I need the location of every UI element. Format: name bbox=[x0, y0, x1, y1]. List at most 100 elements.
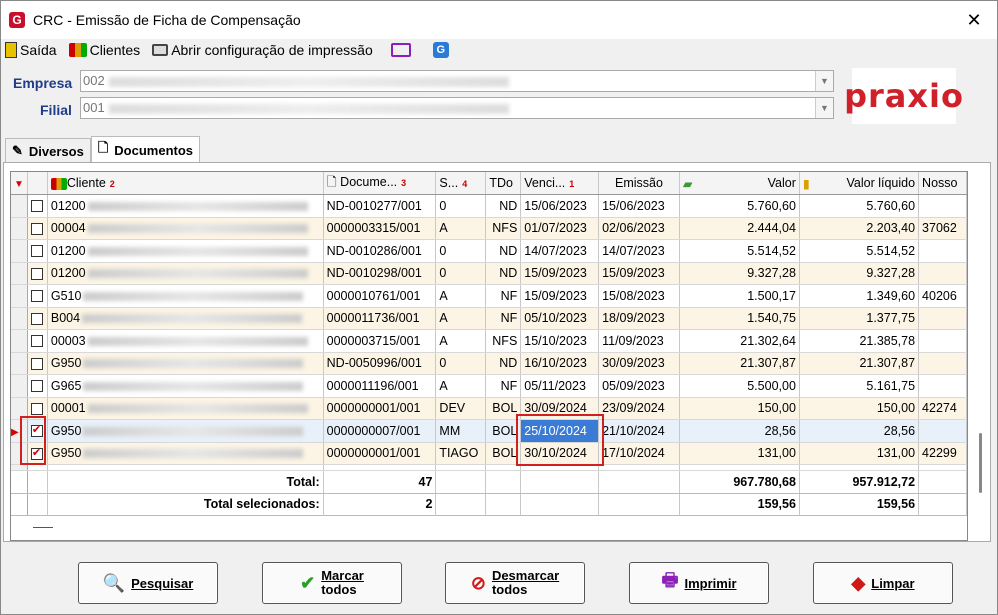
cell-documento: ND-0050996/001 bbox=[323, 352, 437, 375]
coins-icon: ▮ bbox=[802, 176, 810, 191]
cell-valor: 1.500,17 bbox=[679, 284, 800, 308]
row-checkbox-cell[interactable] bbox=[27, 329, 48, 353]
header-cliente[interactable]: Cliente 2 bbox=[47, 172, 324, 195]
total-valor: 967.780,68 bbox=[679, 470, 800, 494]
search-icon: 🔍 bbox=[102, 572, 126, 593]
imprimir-button[interactable]: 🖶 Imprimir bbox=[629, 562, 769, 604]
cell-cliente: G510 bbox=[47, 284, 324, 308]
cell-vencimento: 05/11/2023 bbox=[520, 374, 600, 398]
tab-strip: ✎ Diversos 🗋 Documentos bbox=[5, 136, 201, 164]
total-count: 47 bbox=[323, 470, 437, 494]
row-checkbox-cell[interactable] bbox=[27, 239, 48, 263]
table-row[interactable]: B004 0000011736/001 A NF 05/10/2023 18/09/202… bbox=[11, 307, 967, 330]
print-config-button[interactable]: Abrir configuração de impressão bbox=[152, 42, 373, 58]
table-row[interactable]: G510 0000010761/001 A NF 15/09/2023 15/08/202… bbox=[11, 284, 967, 308]
table-row[interactable]: G965 0000011196/001 A NF 05/11/2023 05/09/202… bbox=[11, 374, 967, 398]
row-checkbox-cell[interactable] bbox=[27, 374, 48, 398]
row-indicator bbox=[11, 329, 28, 353]
header-valor[interactable]: ▰ Valor bbox=[679, 172, 800, 195]
table-row[interactable]: ▶G9500000000007/001MMBOL25/10/202421/10/… bbox=[11, 419, 967, 443]
row-checkbox[interactable] bbox=[30, 290, 43, 303]
row-checkbox-cell[interactable] bbox=[27, 352, 48, 375]
header-vencimento[interactable]: Venci... 1 bbox=[520, 172, 600, 195]
row-checkbox[interactable] bbox=[30, 267, 43, 280]
cell-cliente: 00003 bbox=[47, 329, 324, 353]
cliente-code: 01200 bbox=[50, 266, 86, 281]
table-row[interactable]: 01200 ND-0010286/001 0 ND 14/07/2023 14/07/20… bbox=[11, 239, 967, 263]
selected-total-row: Total selecionados: 2 159,56 159,56 bbox=[11, 493, 967, 516]
chevron-down-icon[interactable]: ▼ bbox=[815, 98, 833, 118]
print-config-label: Abrir configuração de impressão bbox=[171, 42, 373, 58]
row-checkbox[interactable] bbox=[30, 402, 43, 415]
row-indicator bbox=[11, 284, 28, 308]
row-checkbox-cell[interactable] bbox=[27, 307, 48, 330]
marcar-label: Marcar bbox=[321, 568, 364, 583]
cliente-blurred-name bbox=[83, 449, 304, 459]
table-row[interactable]: 01200 ND-0010298/001 0 ND 15/09/2023 15/09/20… bbox=[11, 262, 967, 285]
table-row[interactable]: G9500000000001/001TIAGOBOL30/10/202417/1… bbox=[11, 442, 967, 465]
cell-nosso: 42299 bbox=[918, 442, 967, 465]
monitor-icon[interactable] bbox=[390, 43, 411, 57]
pesquisar-button[interactable]: 🔍 Pesquisar bbox=[78, 562, 218, 604]
indicator-header: ▼ bbox=[11, 172, 28, 195]
row-checkbox-cell[interactable] bbox=[27, 217, 48, 240]
row-checkbox[interactable] bbox=[30, 245, 43, 258]
empresa-select[interactable]: 002 ▼ bbox=[80, 70, 834, 92]
filial-select[interactable]: 001 ▼ bbox=[80, 97, 834, 119]
cell-cliente: B004 bbox=[47, 307, 324, 330]
header-emissao[interactable]: Emissão bbox=[598, 172, 680, 195]
header-nosso[interactable]: Nosso bbox=[918, 172, 967, 195]
selected-total-label: Total selecionados: bbox=[47, 493, 324, 516]
eraser-icon: ◆ bbox=[851, 572, 866, 593]
selected-total-count: 2 bbox=[323, 493, 437, 516]
cell-vencimento: 14/07/2023 bbox=[520, 239, 600, 263]
table-row[interactable]: 00003 0000003715/001 A NFS 15/10/2023 11/09/2… bbox=[11, 329, 967, 353]
table-row[interactable]: 00001 0000000001/001 DEV BOL 30/09/2024 23/09… bbox=[11, 397, 967, 420]
empresa-label: Empresa bbox=[13, 75, 73, 91]
globus-icon[interactable]: G bbox=[432, 42, 449, 58]
cliente-code: 00003 bbox=[50, 333, 86, 348]
vertical-scrollbar[interactable] bbox=[979, 433, 982, 493]
limpar-button[interactable]: ◆ Limpar bbox=[813, 562, 953, 604]
cell-vencimento: 15/09/2023 bbox=[520, 262, 600, 285]
cell-emissao: 02/06/2023 bbox=[598, 217, 680, 240]
splitter-handle[interactable] bbox=[33, 527, 53, 528]
empresa-blurred-name bbox=[108, 76, 509, 87]
desmarcar-todos-label: todos bbox=[491, 582, 528, 597]
row-checkbox[interactable] bbox=[30, 380, 43, 393]
row-checkbox[interactable] bbox=[30, 335, 43, 348]
desmarcar-todos-button[interactable]: ⊘ Desmarcar todos bbox=[445, 562, 585, 604]
header-documento[interactable]: 🗋 Docume... 3 bbox=[323, 172, 437, 195]
close-button[interactable]: ✕ bbox=[951, 1, 997, 39]
cell-valor-liquido: 1.349,60 bbox=[799, 284, 920, 308]
saida-button[interactable]: Saída bbox=[5, 42, 57, 58]
row-checkbox[interactable] bbox=[30, 222, 43, 235]
tab-diversos[interactable]: ✎ Diversos bbox=[5, 138, 91, 163]
row-checkbox-cell[interactable] bbox=[27, 194, 48, 218]
cell-vencimento: 16/10/2023 bbox=[520, 352, 600, 375]
row-checkbox-cell[interactable] bbox=[27, 262, 48, 285]
row-checkbox[interactable] bbox=[30, 312, 43, 325]
row-indicator bbox=[11, 239, 28, 263]
limpar-label: Limpar bbox=[871, 575, 915, 591]
tab-documentos[interactable]: 🗋 Documentos bbox=[90, 136, 201, 163]
marcar-todos-button[interactable]: ✔ Marcar todos bbox=[262, 562, 402, 604]
header-serie[interactable]: S... 4 bbox=[435, 172, 487, 195]
chevron-down-icon[interactable]: ▼ bbox=[815, 71, 833, 91]
row-checkbox[interactable] bbox=[30, 357, 43, 370]
saida-label: Saída bbox=[20, 42, 57, 58]
cliente-blurred-name bbox=[87, 246, 308, 256]
header-tdo[interactable]: TDo bbox=[485, 172, 522, 195]
pesquisar-label: Pesquisar bbox=[131, 575, 194, 591]
cliente-code: 00001 bbox=[50, 401, 86, 416]
row-indicator bbox=[11, 194, 28, 218]
header-valor-liquido[interactable]: ▮ Valor líquido bbox=[799, 172, 920, 195]
cell-valor-liquido: 21.307,87 bbox=[799, 352, 920, 375]
clientes-button[interactable]: Clientes bbox=[68, 42, 140, 58]
row-checkbox-cell[interactable] bbox=[27, 284, 48, 308]
table-row[interactable]: 00004 0000003315/001 A NFS 01/07/2023 02/06/2… bbox=[11, 217, 967, 240]
cell-valor: 131,00 bbox=[679, 442, 800, 465]
table-row[interactable]: G950 ND-0050996/001 0 ND 16/10/2023 30/09/202… bbox=[11, 352, 967, 375]
row-checkbox[interactable] bbox=[30, 200, 43, 213]
table-row[interactable]: 01200 ND-0010277/001 0 ND 15/06/2023 15/06/20… bbox=[11, 194, 967, 218]
